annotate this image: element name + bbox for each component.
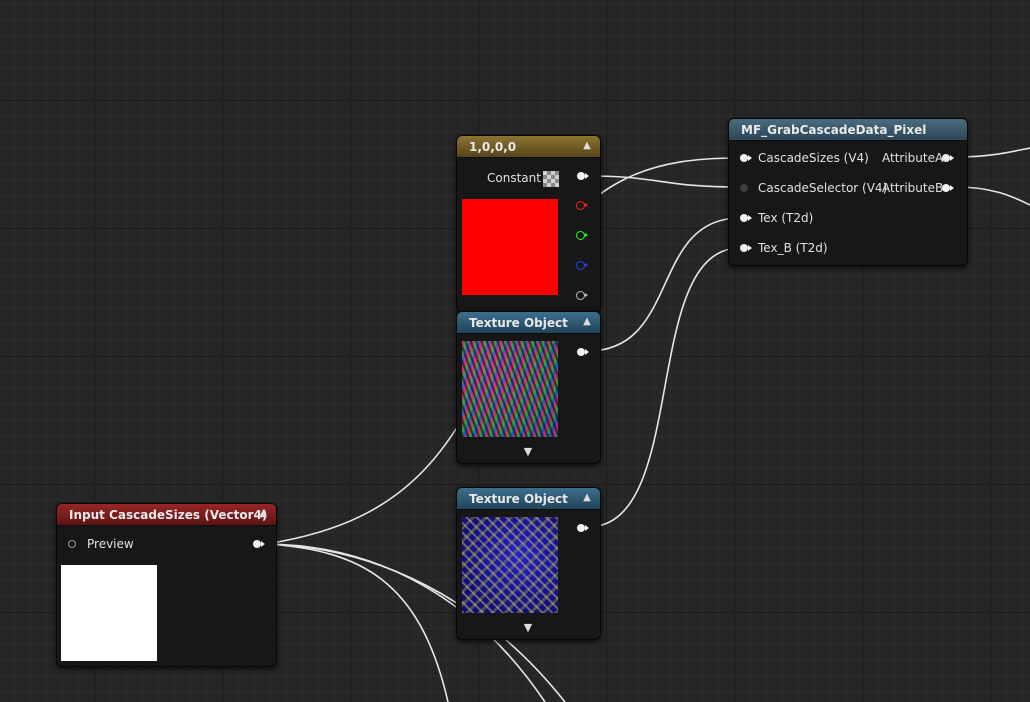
input-cascadesizes-output-pin[interactable] <box>253 540 265 548</box>
chevron-down-icon[interactable]: ▼ <box>521 622 535 634</box>
preview-input-pin[interactable] <box>68 540 76 548</box>
texture-object-2-header[interactable]: Texture Object ▲ <box>457 488 600 510</box>
chevron-up-icon[interactable]: ▲ <box>580 315 594 329</box>
texture-object-2-title: Texture Object <box>469 492 568 506</box>
chevron-up-icon[interactable]: ▲ <box>580 139 594 153</box>
mf-grabcascadedata-title: MF_GrabCascadeData_Pixel <box>741 123 927 137</box>
wire-texture1-to-tex <box>587 217 741 352</box>
wire-constant-to-cascadeselector <box>587 175 741 188</box>
texture-object-2-preview <box>462 517 558 613</box>
chevron-up-icon[interactable]: ▲ <box>256 507 270 521</box>
texture-object-1-title: Texture Object <box>469 316 568 330</box>
cascadesizes-input-label: CascadeSizes (V4) <box>758 151 869 165</box>
tex-input-label: Tex (T2d) <box>758 211 814 225</box>
constant-label: Constant <box>487 171 541 185</box>
input-cascadesizes-node[interactable]: Input CascadeSizes (Vector4) ▲ Preview <box>56 503 277 667</box>
mf-grabcascadedata-header[interactable]: MF_GrabCascadeData_Pixel <box>729 119 967 141</box>
channel-b-pin[interactable] <box>576 261 588 270</box>
texture-object-1-header[interactable]: Texture Object ▲ <box>457 312 600 334</box>
tex-input-pin[interactable] <box>740 214 752 222</box>
checker-icon <box>543 171 559 187</box>
cascadeselector-input-label: CascadeSelector (V4) <box>758 181 888 195</box>
input-cascadesizes-header[interactable]: Input CascadeSizes (Vector4) ▲ <box>57 504 276 526</box>
constant-node-header[interactable]: 1,0,0,0 ▲ <box>457 136 600 158</box>
constant-preview <box>462 199 558 295</box>
texb-input-pin[interactable] <box>740 244 752 252</box>
input-cascadesizes-preview <box>61 565 157 661</box>
channel-r-pin[interactable] <box>576 201 588 210</box>
texb-input-label: Tex_B (T2d) <box>758 241 828 255</box>
chevron-up-icon[interactable]: ▲ <box>580 491 594 505</box>
wire-texture2-to-texb <box>587 247 741 528</box>
texture-object-node-2[interactable]: Texture Object ▲ ▼ <box>456 487 601 640</box>
channel-g-pin[interactable] <box>576 231 588 240</box>
attributeb-output-pin[interactable] <box>942 184 954 192</box>
texture-object-1-output-pin[interactable] <box>577 348 589 356</box>
cascadesizes-input-pin[interactable] <box>740 154 752 162</box>
preview-label: Preview <box>87 537 134 551</box>
cascadeselector-input-pin[interactable] <box>740 184 748 192</box>
texture-object-1-preview <box>462 341 558 437</box>
channel-a-pin[interactable] <box>576 291 588 300</box>
wire-input-down-1 <box>265 543 449 702</box>
chevron-down-icon[interactable]: ▼ <box>521 446 535 458</box>
constant-output-pin[interactable] <box>577 172 589 180</box>
attributea-output-label: AttributeA <box>882 151 944 165</box>
constant-node-title: 1,0,0,0 <box>469 140 517 154</box>
texture-object-2-output-pin[interactable] <box>577 524 589 532</box>
mf-grabcascadedata-node[interactable]: MF_GrabCascadeData_Pixel CascadeSizes (V… <box>728 118 968 266</box>
texture-object-node-1[interactable]: Texture Object ▲ ▼ <box>456 311 601 464</box>
input-cascadesizes-title: Input CascadeSizes (Vector4) <box>69 508 268 522</box>
attributea-output-pin[interactable] <box>942 154 954 162</box>
attributeb-output-label: AttributeB <box>882 181 944 195</box>
constant-node[interactable]: 1,0,0,0 ▲ Constant <box>456 135 601 313</box>
